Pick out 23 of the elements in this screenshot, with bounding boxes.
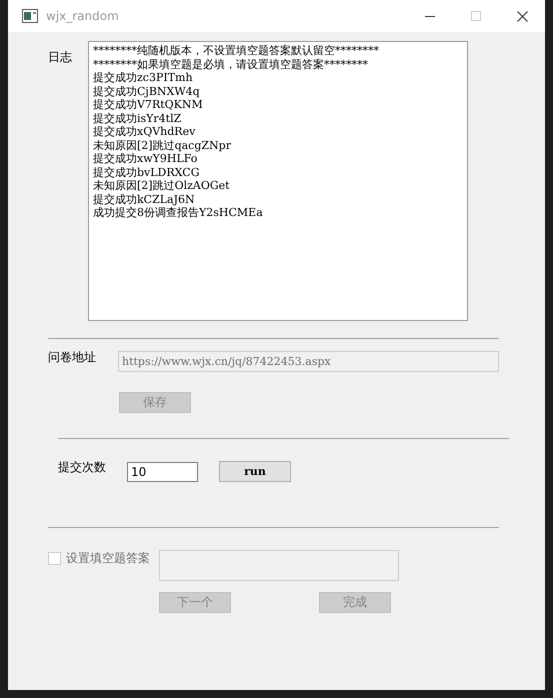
run-button[interactable]: run bbox=[219, 461, 291, 482]
log-line: 提交成功xwY9HLFo bbox=[93, 152, 198, 166]
app-icon bbox=[22, 9, 38, 23]
log-line: 提交成功xQVhdRev bbox=[93, 125, 196, 138]
submit-count-label: 提交次数 bbox=[58, 459, 107, 476]
submit-count-field[interactable]: 10 bbox=[127, 462, 198, 482]
log-line: 成功提交8份调查报告Y2sHCMEa bbox=[93, 206, 264, 220]
log-line: 未知原因[2]跳过qacgZNpr bbox=[93, 138, 232, 152]
log-line: 提交成功V7RtQKNM bbox=[93, 98, 204, 112]
log-line: 未知原因[2]跳过OlzAOGet bbox=[93, 179, 231, 192]
log-line: 提交成功CjBNXW4q bbox=[93, 84, 201, 98]
log-line: 提交成功kCZLaJ6N bbox=[93, 192, 196, 206]
log-label: 日志 bbox=[48, 49, 73, 66]
log-line: ********如果填空题是必填，请设置填空题答案******** bbox=[93, 58, 369, 71]
url-label: 问卷地址 bbox=[48, 349, 97, 366]
log-line: 提交成功zc3PITmh bbox=[93, 71, 194, 84]
log-line: 提交成功bvLDRXCG bbox=[93, 166, 201, 179]
answer-label: 设置填空题答案 bbox=[66, 550, 151, 567]
log-box[interactable] bbox=[88, 41, 468, 321]
log-line: 提交成功isYr4tlZ bbox=[93, 112, 182, 125]
log-line: ********纯随机版本，不设置填空题答案默认留空******** bbox=[93, 44, 380, 58]
window-title: wjx_random bbox=[46, 9, 119, 23]
close-icon[interactable] bbox=[516, 10, 528, 22]
